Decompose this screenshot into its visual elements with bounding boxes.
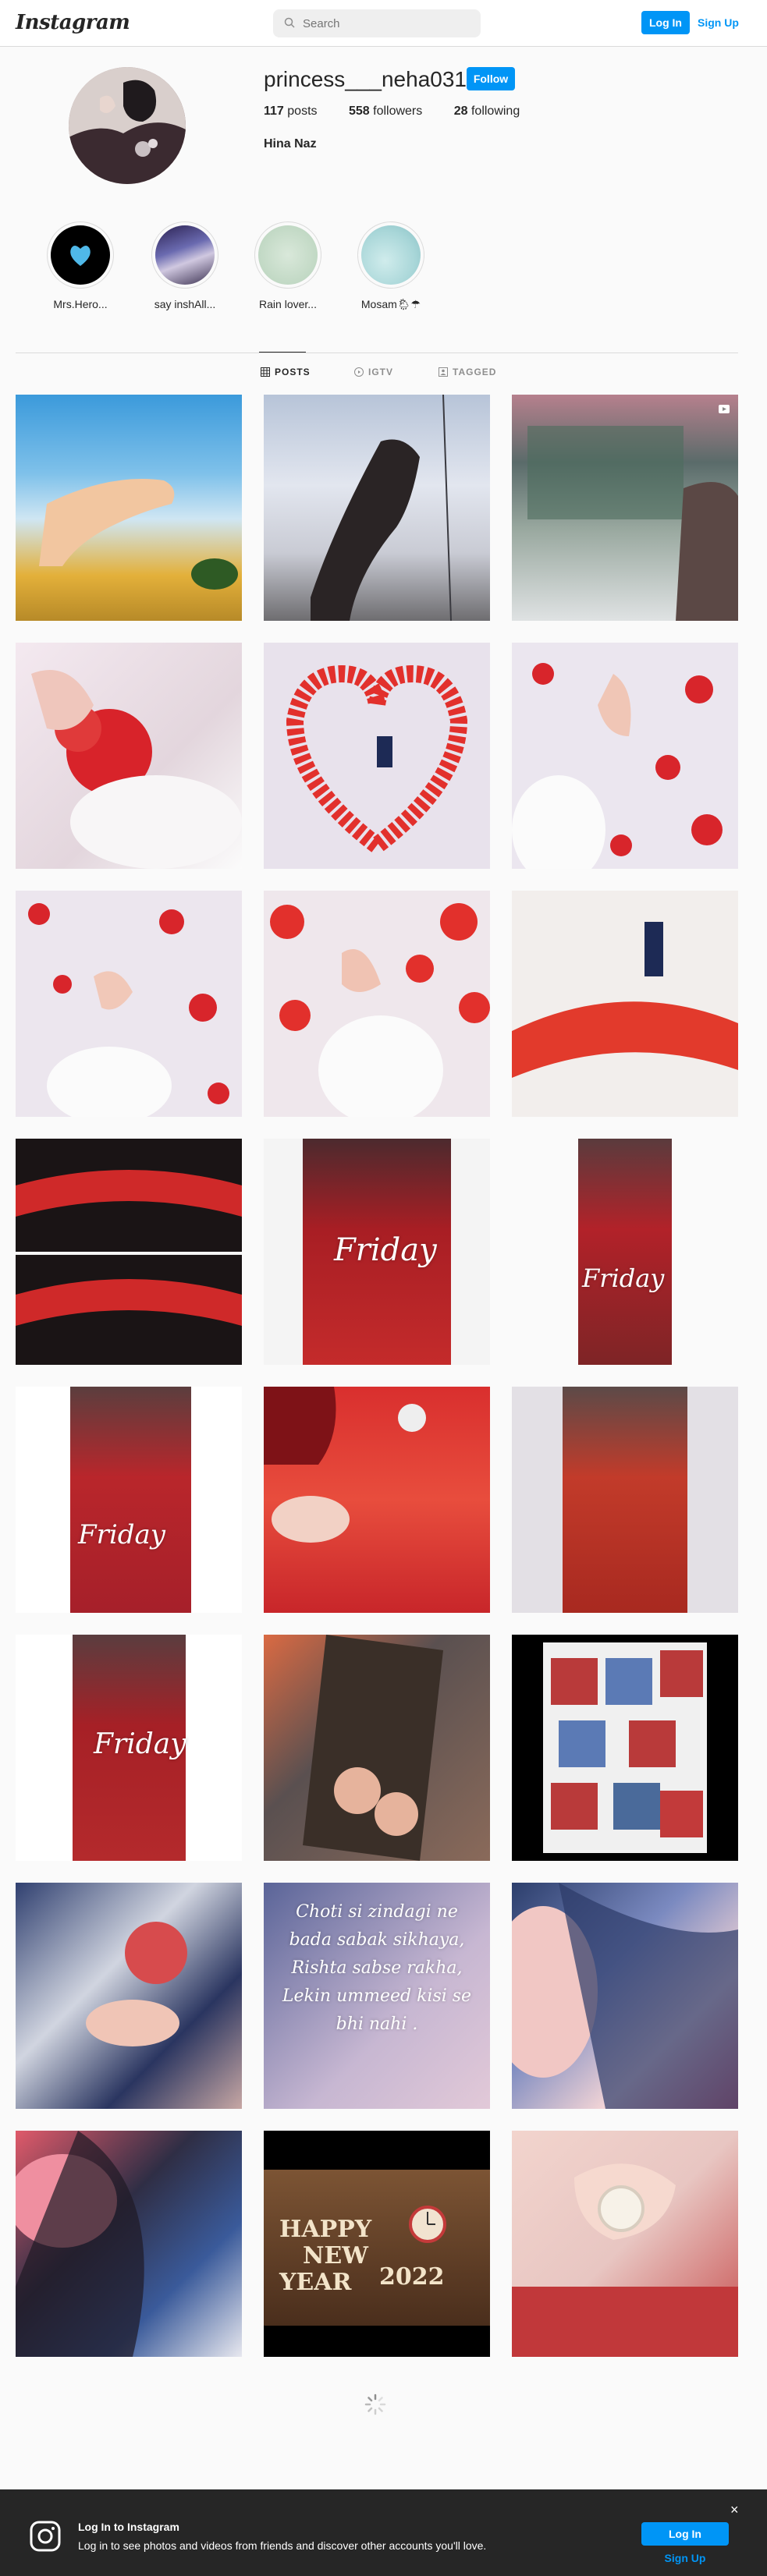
search-input[interactable]: [303, 9, 474, 37]
post-tile[interactable]: [264, 1387, 490, 1613]
post-caption: Friday: [334, 1232, 437, 1268]
post-tile[interactable]: [512, 1883, 738, 2109]
profile-username: princess___neha0317: [264, 67, 479, 91]
login-banner-title: Log In to Instagram: [78, 2521, 179, 2533]
tab-posts[interactable]: POSTS: [261, 367, 311, 377]
login-button[interactable]: Log In: [641, 11, 690, 34]
post-tile[interactable]: [512, 395, 738, 621]
followers-stat[interactable]: 558 followers: [349, 105, 422, 119]
post-caption: Friday: [94, 1728, 186, 1760]
posts-stat: 117 posts: [264, 105, 318, 118]
highlight-cover: [155, 225, 215, 285]
video-icon: [719, 405, 730, 413]
post-caption-new: NEW: [303, 2242, 368, 2270]
post-tile[interactable]: [512, 1387, 738, 1613]
post-tile[interactable]: [264, 891, 490, 1117]
post-caption-2022: 2022: [379, 2263, 445, 2291]
post-caption: Friday: [78, 1519, 165, 1550]
post-tile[interactable]: [16, 1883, 242, 2109]
highlight-cover: [361, 225, 421, 285]
highlight-item[interactable]: Mrs.Hero...: [45, 221, 115, 310]
profile-avatar: [69, 67, 186, 184]
igtv-icon: [354, 367, 364, 377]
post-tile[interactable]: Friday: [16, 1387, 242, 1613]
highlight-item[interactable]: say inshAll...: [150, 221, 220, 310]
post-caption: Friday: [582, 1263, 665, 1293]
loading-spinner-icon: [364, 2394, 386, 2415]
post-tile[interactable]: Choti si zindagi ne bada sabak sikhaya, …: [264, 1883, 490, 2109]
login-banner-subtitle: Log in to see photos and videos from fri…: [78, 2539, 487, 2552]
post-tile[interactable]: Friday: [512, 1139, 738, 1365]
post-tile[interactable]: [16, 2131, 242, 2357]
top-navigation-bar: Instagram Log In Sign Up: [0, 0, 767, 47]
post-tile[interactable]: [16, 891, 242, 1117]
post-tile[interactable]: [16, 395, 242, 621]
profile-stats: 117 posts 558 followers 28 following: [264, 105, 548, 119]
post-tile[interactable]: [264, 395, 490, 621]
highlight-cover: [51, 225, 110, 285]
clock-icon: [409, 2206, 446, 2243]
post-caption-year: YEAR: [279, 2269, 352, 2296]
highlight-item[interactable]: Rain lover...: [253, 221, 323, 310]
login-banner: Log In to Instagram Log in to see photos…: [0, 2489, 767, 2576]
tagged-icon: [439, 367, 448, 377]
highlight-cover: [258, 225, 318, 285]
close-icon[interactable]: ×: [730, 2502, 739, 2518]
signup-link[interactable]: Sign Up: [698, 11, 739, 34]
highlight-item[interactable]: Mosam🌦☂: [356, 221, 426, 311]
post-tile[interactable]: [264, 1635, 490, 1861]
search-box[interactable]: [273, 9, 481, 37]
post-tile[interactable]: [16, 1139, 242, 1365]
highlight-label: Rain lover...: [259, 298, 317, 310]
post-caption-happy: HAPPY: [279, 2216, 372, 2243]
follow-button[interactable]: Follow: [467, 67, 515, 90]
highlight-label: Mrs.Hero...: [53, 298, 108, 310]
post-tile[interactable]: [264, 643, 490, 869]
post-tile[interactable]: HAPPY NEW YEAR 2022: [264, 2131, 490, 2357]
instagram-logo[interactable]: Instagram: [16, 11, 130, 34]
search-icon: [284, 17, 295, 28]
post-tile[interactable]: Friday: [16, 1635, 242, 1861]
tab-igtv[interactable]: IGTV: [354, 367, 393, 377]
tab-tagged[interactable]: TAGGED: [439, 367, 496, 377]
post-tile[interactable]: [512, 891, 738, 1117]
post-tile[interactable]: [16, 643, 242, 869]
post-tile[interactable]: [512, 2131, 738, 2357]
heart-icon: [70, 246, 91, 266]
post-caption: Choti si zindagi ne bada sabak sikhaya, …: [282, 1902, 472, 2034]
active-tab-indicator: [259, 352, 306, 353]
highlight-label: Mosam🌦☂: [360, 298, 421, 310]
highlight-label: say inshAll...: [154, 298, 216, 310]
post-tile[interactable]: Friday: [264, 1139, 490, 1365]
following-stat[interactable]: 28 following: [454, 105, 520, 119]
post-tile[interactable]: [512, 1635, 738, 1861]
grid-icon: [261, 367, 270, 377]
profile-full-name: Hina Naz: [264, 137, 317, 151]
banner-login-button[interactable]: Log In: [641, 2522, 729, 2546]
post-tile[interactable]: [512, 643, 738, 869]
instagram-icon: [30, 2521, 61, 2552]
banner-signup-link[interactable]: Sign Up: [641, 2552, 729, 2564]
